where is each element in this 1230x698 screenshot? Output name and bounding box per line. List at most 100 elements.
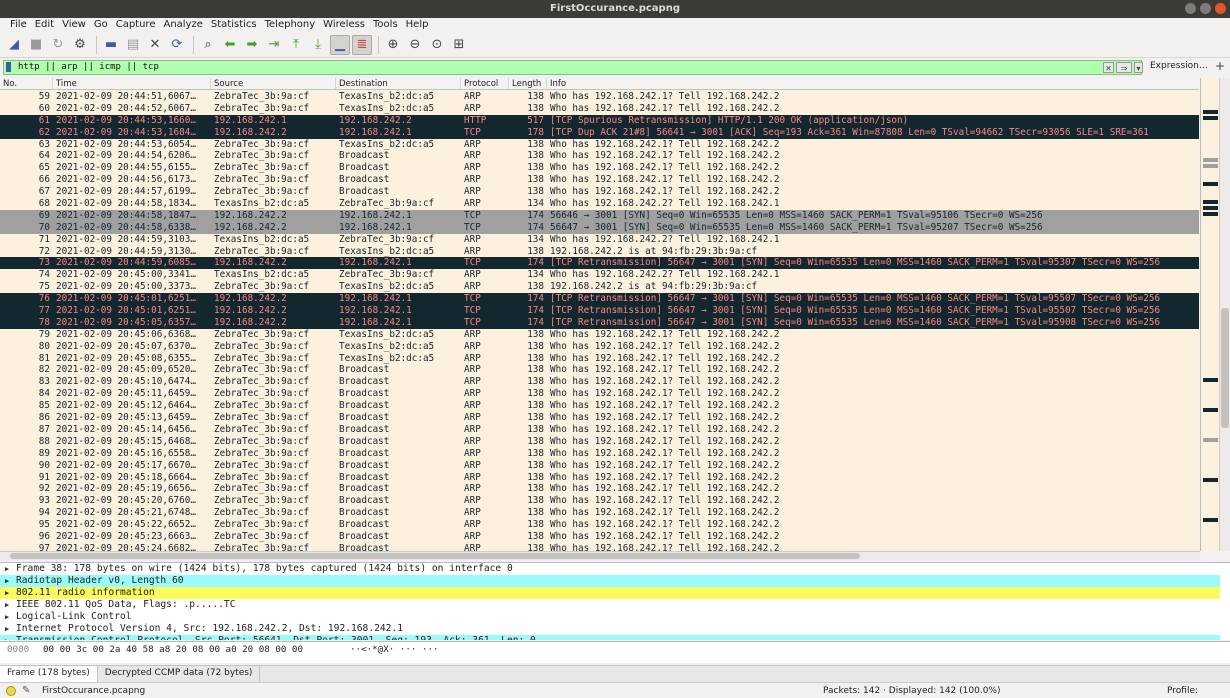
packet-row[interactable]: 61 2021-02-09 20:44:53,1660… 192.168.242.1…	[0, 114, 1199, 127]
resize-columns-icon[interactable]: ⊞	[449, 35, 469, 55]
packet-minimap[interactable]	[1200, 78, 1219, 551]
tab-decrypted-ccmp[interactable]: Decrypted CCMP data (72 bytes)	[98, 666, 261, 682]
colorize-list-icon[interactable]: ≣	[352, 34, 372, 55]
packet-row[interactable]: 93 2021-02-09 20:45:20,6760… ZebraTec_3b:9…	[0, 495, 1199, 508]
packet-row[interactable]: 66 2021-02-09 20:44:56,6173… ZebraTec_3b:9…	[0, 174, 1199, 187]
menu-file[interactable]: File	[6, 18, 31, 32]
clear-filter-icon[interactable]: ✕	[1103, 62, 1114, 73]
filter-bookmark-icon[interactable]	[6, 62, 11, 72]
menu-edit[interactable]: Edit	[31, 18, 58, 32]
restart-capture-icon[interactable]: ↻	[48, 35, 68, 55]
packet-row[interactable]: 86 2021-02-09 20:45:13,6459… ZebraTec_3b:9…	[0, 412, 1199, 424]
packet-row[interactable]: 85 2021-02-09 20:45:12,6464… ZebraTec_3b:9…	[0, 400, 1199, 413]
details-tree-item[interactable]: ▶ Logical-Link Control	[0, 611, 1220, 623]
packet-row[interactable]: 71 2021-02-09 20:44:59,3103… TexasIns_b2:d…	[0, 233, 1199, 246]
autoscroll-icon[interactable]: ▁	[330, 34, 350, 55]
maximize-button[interactable]	[1200, 3, 1211, 14]
packet-row[interactable]: 88 2021-02-09 20:45:15,6468… ZebraTec_3b:9…	[0, 435, 1199, 448]
menu-wireless[interactable]: Wireless	[319, 18, 369, 32]
details-tree-item[interactable]: ▶ Transmission Control Protocol, Src Port…	[0, 635, 1220, 640]
details-tree-item[interactable]: ▶ Radiotap Header v0, Length 60	[0, 575, 1220, 587]
packet-row[interactable]: 80 2021-02-09 20:45:07,6370… ZebraTec_3b:9…	[0, 340, 1199, 353]
tab-frame-bytes[interactable]: Frame (178 bytes)	[0, 666, 98, 682]
packet-row[interactable]: 62 2021-02-09 20:44:53,1684… 192.168.242.2…	[0, 126, 1199, 139]
packet-row[interactable]: 81 2021-02-09 20:45:08,6355… ZebraTec_3b:9…	[0, 352, 1199, 365]
first-packet-icon[interactable]: ⤒	[286, 35, 306, 55]
packet-row[interactable]: 69 2021-02-09 20:44:58,1847… 192.168.242.2…	[0, 209, 1199, 222]
menu-telephony[interactable]: Telephony	[261, 18, 320, 32]
packet-row[interactable]: 94 2021-02-09 20:45:21,6748… ZebraTec_3b:9…	[0, 507, 1199, 520]
menu-go[interactable]: Go	[90, 18, 112, 32]
go-back-arrow-icon[interactable]: ⬅	[220, 35, 240, 55]
reload-file-icon[interactable]: ⟳	[167, 35, 187, 55]
expand-arrow-icon[interactable]: ▶	[5, 575, 9, 587]
packet-row[interactable]: 92 2021-02-09 20:45:19,6656… ZebraTec_3b:9…	[0, 483, 1199, 496]
bytes-ascii[interactable]: ··<·*@X· ··· ···	[350, 643, 439, 657]
packet-row[interactable]: 76 2021-02-09 20:45:01,6251… 192.168.242.2…	[0, 293, 1199, 306]
details-tree-item[interactable]: ▶ 802.11 radio information	[0, 587, 1220, 599]
capture-comment-pencil-icon[interactable]: ✎	[22, 683, 30, 698]
expand-arrow-icon[interactable]: ▶	[5, 635, 9, 640]
zoom-out-icon[interactable]: ⊖	[405, 35, 425, 55]
column-header-info[interactable]: Info	[547, 78, 1199, 89]
stop-capture-icon[interactable]: ■	[26, 35, 46, 55]
packet-row[interactable]: 79 2021-02-09 20:45:06,6368… ZebraTec_3b:9…	[0, 328, 1199, 341]
expand-arrow-icon[interactable]: ▶	[5, 611, 9, 623]
packet-row[interactable]: 63 2021-02-09 20:44:53,6054… ZebraTec_3b:9…	[0, 138, 1199, 151]
menu-statistics[interactable]: Statistics	[207, 18, 261, 32]
packet-row[interactable]: 91 2021-02-09 20:45:18,6664… ZebraTec_3b:9…	[0, 471, 1199, 484]
packet-row[interactable]: 70 2021-02-09 20:44:58,6338… 192.168.242.2…	[0, 221, 1199, 234]
packet-row[interactable]: 65 2021-02-09 20:44:55,6155… ZebraTec_3b:9…	[0, 162, 1199, 175]
add-filter-button-icon[interactable]: +	[1215, 59, 1225, 73]
packet-row[interactable]: 74 2021-02-09 20:45:00,3341… TexasIns_b2:d…	[0, 269, 1199, 282]
packet-row[interactable]: 64 2021-02-09 20:44:54,6206… ZebraTec_3b:9…	[0, 150, 1199, 163]
packet-row[interactable]: 67 2021-02-09 20:44:57,6199… ZebraTec_3b:9…	[0, 186, 1199, 199]
open-file-folder-icon[interactable]: ▬	[101, 35, 121, 55]
zoom-in-icon[interactable]: ⊕	[383, 35, 403, 55]
go-to-packet-icon[interactable]: ⇥	[264, 35, 284, 55]
column-header-length[interactable]: Length	[509, 78, 547, 89]
expert-info-indicator-icon[interactable]	[6, 686, 16, 696]
menu-tools[interactable]: Tools	[369, 18, 402, 32]
packet-row[interactable]: 60 2021-02-09 20:44:52,6067… ZebraTec_3b:9…	[0, 102, 1199, 115]
packet-row[interactable]: 82 2021-02-09 20:45:09,6520… ZebraTec_3b:9…	[0, 364, 1199, 377]
bytes-hex[interactable]: 00 00 3c 00 2a 40 58 a8 20 08 00 a0 20 0…	[43, 643, 303, 657]
menu-view[interactable]: View	[58, 18, 90, 32]
vertical-scroll-thumb[interactable]	[1221, 308, 1229, 428]
zoom-normal-icon[interactable]: ⊙	[427, 35, 447, 55]
column-header-no[interactable]: No.	[0, 78, 53, 89]
details-tree-item[interactable]: ▶ Frame 38: 178 bytes on wire (1424 bits)…	[0, 563, 1220, 575]
apply-filter-arrow-icon[interactable]: ⇒	[1116, 62, 1132, 73]
close-button[interactable]	[1215, 3, 1226, 14]
expand-arrow-icon[interactable]: ▶	[5, 623, 9, 635]
packet-row[interactable]: 87 2021-02-09 20:45:14,6456… ZebraTec_3b:9…	[0, 423, 1199, 436]
horizontal-scroll-thumb[interactable]	[10, 553, 860, 559]
packet-row[interactable]: 97 2021-02-09 20:45:24,6682… ZebraTec_3b:9…	[0, 542, 1199, 551]
expand-arrow-icon[interactable]: ▶	[5, 599, 9, 611]
expand-arrow-icon[interactable]: ▶	[5, 563, 9, 575]
save-file-icon[interactable]: ▤	[123, 35, 143, 55]
find-packet-magnifier-icon[interactable]: ⌕	[198, 35, 218, 55]
packet-row[interactable]: 84 2021-02-09 20:45:11,6459… ZebraTec_3b:9…	[0, 388, 1199, 401]
packet-row[interactable]: 78 2021-02-09 20:45:05,6357… 192.168.242.2…	[0, 316, 1199, 329]
packet-row[interactable]: 73 2021-02-09 20:44:59,6085… 192.168.242.2…	[0, 257, 1199, 270]
menu-capture[interactable]: Capture	[112, 18, 160, 32]
column-header-time[interactable]: Time	[53, 78, 211, 89]
minimize-button[interactable]	[1185, 3, 1196, 14]
menu-help[interactable]: Help	[402, 18, 433, 32]
column-header-destination[interactable]: Destination	[336, 78, 461, 89]
packet-list-horizontal-scrollbar[interactable]	[0, 551, 1200, 560]
filter-history-dropdown-icon[interactable]: ▾	[1134, 62, 1143, 73]
display-filter-input[interactable]: http || arp || icmp || tcp	[3, 60, 1142, 75]
packet-row[interactable]: 59 2021-02-09 20:44:51,6067… ZebraTec_3b:9…	[0, 91, 1199, 103]
expression-button[interactable]: Expression…	[1150, 61, 1208, 71]
packet-row[interactable]: 83 2021-02-09 20:45:10,6474… ZebraTec_3b:9…	[0, 376, 1199, 389]
details-tree-item[interactable]: ▶ Internet Protocol Version 4, Src: 192.1…	[0, 623, 1220, 635]
close-file-icon[interactable]: ✕	[145, 35, 165, 55]
packet-list-vertical-scrollbar[interactable]	[1219, 78, 1230, 551]
column-header-source[interactable]: Source	[211, 78, 336, 89]
packet-row[interactable]: 90 2021-02-09 20:45:17,6670… ZebraTec_3b:9…	[0, 459, 1199, 472]
last-packet-icon[interactable]: ⤓	[308, 35, 328, 55]
packet-row[interactable]: 77 2021-02-09 20:45:01,6251… 192.168.242.2…	[0, 305, 1199, 317]
shark-fin-start-icon[interactable]: ◢	[4, 35, 24, 55]
